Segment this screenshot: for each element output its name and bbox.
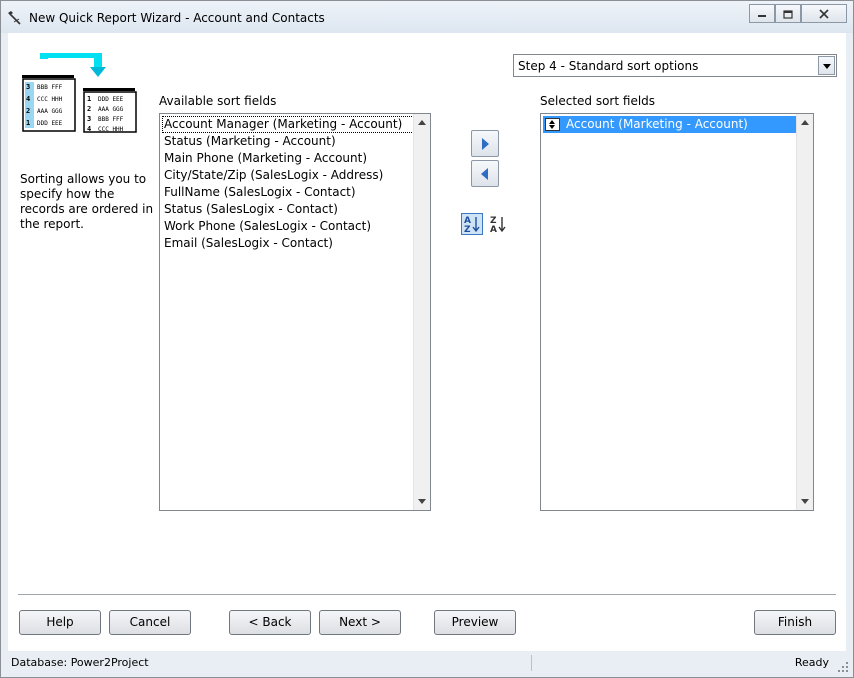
list-item[interactable]: City/State/Zip (SalesLogix - Address) (162, 167, 414, 184)
preview-button[interactable]: Preview (434, 610, 516, 635)
list-item[interactable]: FullName (SalesLogix - Contact) (162, 184, 414, 201)
window-title: New Quick Report Wizard - Account and Co… (29, 11, 325, 25)
list-item[interactable]: Account Manager (Marketing - Account) (162, 116, 414, 133)
status-bar: Database: Power2Project Ready (1, 651, 853, 677)
svg-text:AAA GGG: AAA GGG (37, 108, 63, 115)
divider (18, 594, 836, 595)
wizard-content: 3 BBB FFF 4 CCC HHH 2 AAA GGG 1 DDD EEE … (8, 33, 846, 651)
svg-text:DDD EEE: DDD EEE (37, 120, 63, 127)
restore-button[interactable] (775, 4, 801, 23)
ready-status: Ready (794, 656, 829, 669)
list-item[interactable]: Work Phone (SalesLogix - Contact) (162, 218, 414, 235)
scroll-down-icon[interactable] (801, 499, 809, 504)
help-button[interactable]: Help (19, 610, 101, 635)
svg-text:BBB FFF: BBB FFF (98, 116, 124, 123)
list-item[interactable]: Status (SalesLogix - Contact) (162, 201, 414, 218)
svg-text:3: 3 (87, 115, 91, 123)
sort-asc-bottom-letter: Z (464, 225, 471, 235)
status-divider (531, 655, 532, 671)
selected-fields-label: Selected sort fields (540, 94, 656, 108)
available-scrollbar[interactable] (413, 114, 430, 510)
list-item[interactable]: Main Phone (Marketing - Account) (162, 150, 414, 167)
back-button[interactable]: < Back (229, 610, 311, 635)
svg-text:CCC HHH: CCC HHH (37, 96, 63, 103)
finish-button[interactable]: Finish (754, 610, 836, 635)
svg-text:2: 2 (26, 107, 30, 115)
selected-fields-list[interactable]: Account (Marketing - Account) (540, 113, 814, 511)
sort-ascending-button[interactable]: A Z (461, 213, 483, 235)
description-text: Sorting allows you to specify how the re… (20, 172, 154, 231)
list-item[interactable]: Email (SalesLogix - Contact) (162, 235, 414, 252)
step-select-value: Step 4 - Standard sort options (518, 59, 699, 73)
close-icon (819, 8, 829, 19)
scroll-up-icon[interactable] (801, 120, 809, 125)
remove-field-button[interactable] (471, 160, 499, 187)
sort-descending-button[interactable]: Z A (487, 213, 509, 235)
svg-text:CCC HHH: CCC HHH (98, 126, 124, 133)
svg-text:AAA GGG: AAA GGG (98, 106, 124, 113)
arrow-right-icon (482, 138, 489, 150)
svg-text:4: 4 (26, 95, 30, 103)
svg-text:2: 2 (87, 105, 91, 113)
next-button[interactable]: Next > (319, 610, 401, 635)
scroll-up-icon[interactable] (418, 120, 426, 125)
available-fields-label: Available sort fields (159, 94, 277, 108)
svg-text:1: 1 (26, 119, 30, 127)
restore-icon (783, 9, 793, 19)
minimize-icon (758, 14, 766, 17)
add-field-button[interactable] (471, 130, 499, 157)
resize-grip-icon[interactable] (837, 661, 849, 673)
database-status: Database: Power2Project (11, 656, 149, 669)
cancel-button[interactable]: Cancel (109, 610, 191, 635)
wizard-window: New Quick Report Wizard - Account and Co… (0, 0, 854, 678)
list-item[interactable]: Status (Marketing - Account) (162, 133, 414, 150)
list-item[interactable]: Account (Marketing - Account) (543, 116, 797, 133)
svg-text:1: 1 (87, 95, 91, 103)
arrow-left-icon (481, 168, 488, 180)
scroll-down-icon[interactable] (418, 499, 426, 504)
svg-text:DDD EEE: DDD EEE (98, 96, 124, 103)
step-select[interactable]: Step 4 - Standard sort options (513, 54, 837, 77)
sort-records-illustration: 3 BBB FFF 4 CCC HHH 2 AAA GGG 1 DDD EEE … (22, 53, 137, 133)
wizard-icon (8, 11, 21, 25)
title-bar: New Quick Report Wizard - Account and Co… (1, 1, 853, 33)
selected-scrollbar[interactable] (796, 114, 813, 510)
available-fields-list[interactable]: Account Manager (Marketing - Account) St… (159, 113, 431, 511)
minimize-button[interactable] (749, 4, 775, 23)
svg-text:4: 4 (87, 125, 91, 133)
sort-order-icon[interactable] (545, 118, 560, 131)
svg-text:3: 3 (26, 83, 30, 91)
chevron-down-icon[interactable] (818, 56, 835, 75)
close-button[interactable] (801, 4, 847, 23)
svg-text:BBB FFF: BBB FFF (37, 84, 63, 91)
sort-desc-bottom-letter: A (490, 225, 497, 235)
